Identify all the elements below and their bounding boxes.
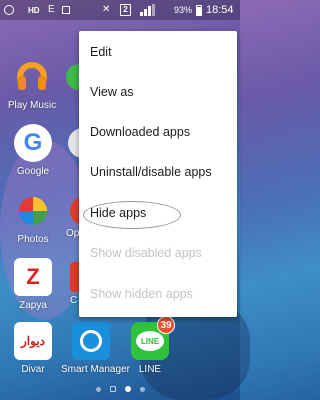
- menu-item-show-disabled-apps: Show disabled apps: [90, 246, 202, 260]
- hd-voice-indicator: HD: [28, 6, 40, 15]
- pinwheel-icon: [14, 192, 52, 230]
- smart-manager-icon: [72, 322, 110, 360]
- app-label: LINE: [138, 364, 162, 375]
- home-page-dot[interactable]: [109, 386, 116, 392]
- page-dot[interactable]: [139, 386, 145, 392]
- app-label: Smart Manager: [61, 364, 130, 375]
- sim-slot-icon: 2: [120, 4, 131, 16]
- zapya-icon: Z: [14, 258, 52, 296]
- menu-item-edit[interactable]: Edit: [79, 32, 237, 72]
- menu-item-uninstall-disable-apps[interactable]: Uninstall/disable apps: [79, 152, 237, 192]
- menu-item-show-hidden-apps: Show hidden apps: [90, 287, 193, 301]
- signal-strength-icon: [140, 4, 155, 16]
- app-label: Divar: [21, 364, 45, 375]
- battery-percentage: 93%: [174, 5, 193, 15]
- network-mode-indicator: E: [48, 4, 55, 15]
- app-zapya[interactable]: Z Zapya: [3, 258, 63, 311]
- clock: 18:54: [206, 4, 234, 16]
- menu-item-hide-apps[interactable]: Hide apps: [79, 193, 237, 233]
- page-dot[interactable]: [95, 386, 101, 392]
- app-google[interactable]: G Google: [3, 124, 63, 177]
- app-label-partial: C: [70, 295, 78, 306]
- overflow-menu: Edit View as Downloaded apps Uninstall/d…: [79, 31, 237, 317]
- app-label: Google: [16, 166, 50, 177]
- app-smart-manager[interactable]: Smart Manager: [61, 322, 130, 375]
- app-photos[interactable]: Photos: [3, 192, 63, 245]
- google-icon: G: [14, 124, 52, 162]
- headphones-icon: [13, 58, 51, 96]
- line-icon: LINE 39: [131, 316, 175, 360]
- whatsapp-notification-icon: [4, 5, 14, 15]
- app-label: Zapya: [19, 300, 47, 311]
- app-label: Play Music: [7, 100, 57, 111]
- app-label-partial: Op: [66, 228, 80, 239]
- line-logo: LINE: [136, 331, 164, 351]
- app-play-music[interactable]: Play Music: [2, 58, 62, 111]
- gallery-notification-icon: [62, 6, 70, 14]
- page-indicator: [0, 385, 240, 393]
- battery-icon: [196, 5, 202, 16]
- status-bar: HD E ✕ 2 93% 18:54: [0, 0, 240, 20]
- page-dot-active[interactable]: [124, 386, 131, 392]
- app-label: Photos: [17, 234, 49, 245]
- app-line[interactable]: LINE 39 LINE: [120, 316, 180, 375]
- divar-icon: دیوار: [14, 322, 52, 360]
- notification-badge: 39: [157, 316, 175, 334]
- mute-icon: ✕: [102, 4, 111, 15]
- menu-item-downloaded-apps[interactable]: Downloaded apps: [79, 112, 237, 152]
- menu-item-view-as[interactable]: View as: [79, 72, 237, 112]
- app-divar[interactable]: دیوار Divar: [3, 322, 63, 375]
